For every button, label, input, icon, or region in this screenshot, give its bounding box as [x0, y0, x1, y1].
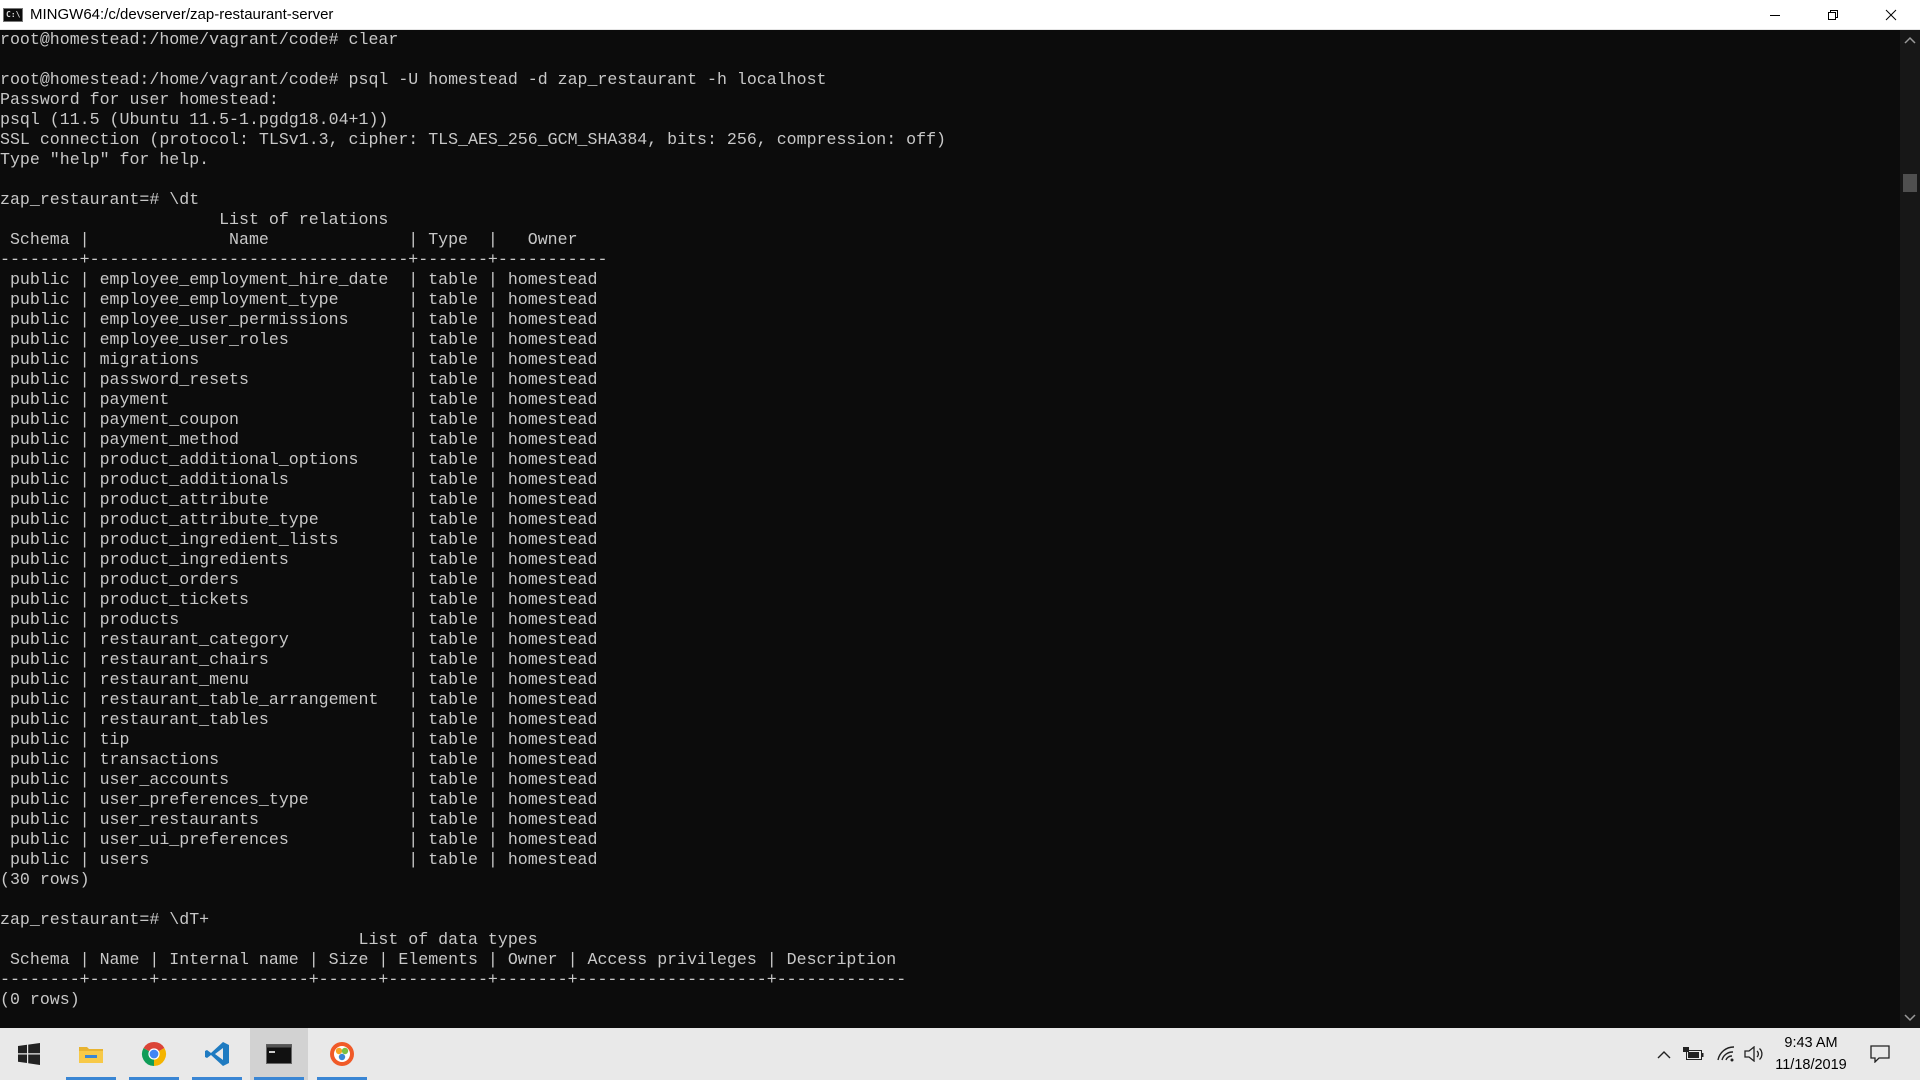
taskbar: 9:43 AM 11/18/2019 — [0, 1028, 1920, 1080]
terminal-line: root@homestead:/home/vagrant/code# psql … — [0, 70, 827, 89]
terminal-line: public | product_additional_options | ta… — [0, 450, 598, 469]
terminal-line: psql (11.5 (Ubuntu 11.5-1.pgdg18.04+1)) — [0, 110, 389, 129]
volume-icon — [1744, 1046, 1763, 1062]
taskbar-vscode[interactable] — [188, 1028, 246, 1080]
terminal-line: SSL connection (protocol: TLSv1.3, ciphe… — [0, 130, 946, 149]
terminal-icon: C:\ — [3, 7, 23, 22]
terminal-line: Type "help" for help. — [0, 150, 210, 169]
minimize-icon — [1770, 14, 1780, 16]
tray-overflow-button[interactable] — [1652, 1028, 1676, 1080]
terminal-line: public | payment | table | homestead — [0, 390, 598, 409]
terminal-line: public | user_restaurants | table | home… — [0, 810, 598, 829]
terminal-line: zap_restaurant=# \dT+ — [0, 910, 210, 929]
terminal-line: List of data types — [0, 930, 538, 949]
chrome-icon — [141, 1042, 167, 1066]
close-icon — [1885, 9, 1897, 20]
terminal-line: public | employee_employment_hire_date |… — [0, 270, 598, 289]
terminal-line: Schema | Name | Type | Owner — [0, 230, 578, 249]
vscode-icon — [205, 1042, 229, 1066]
minimize-button[interactable] — [1746, 0, 1804, 29]
terminal-line: public | employee_user_roles | table | h… — [0, 330, 598, 349]
clock-date: 11/18/2019 — [1775, 1057, 1847, 1073]
terminal-line: public | user_ui_preferences | table | h… — [0, 830, 598, 849]
notification-icon — [1870, 1045, 1890, 1063]
terminal-line: public | restaurant_table_arrangement | … — [0, 690, 598, 709]
terminal-line: public | product_orders | table | homest… — [0, 570, 598, 589]
terminal-line: public | user_accounts | table | homeste… — [0, 770, 598, 789]
wifi-icon — [1717, 1046, 1735, 1062]
terminal-line: public | tip | table | homestead — [0, 730, 598, 749]
terminal-line: public | payment_coupon | table | homest… — [0, 410, 598, 429]
notification-button[interactable] — [1862, 1028, 1898, 1080]
terminal-line: public | restaurant_menu | table | homes… — [0, 670, 598, 689]
app-circle-icon — [330, 1042, 354, 1066]
chevron-up-icon — [1657, 1050, 1671, 1058]
terminal-line: List of relations — [0, 210, 389, 229]
wifi-button[interactable] — [1712, 1028, 1740, 1080]
terminal-line: zap_restaurant=# \dt — [0, 190, 200, 209]
terminal-line: public | product_ingredients | table | h… — [0, 550, 598, 569]
start-button[interactable] — [0, 1028, 58, 1080]
taskbar-terminal[interactable] — [250, 1028, 308, 1080]
terminal-output[interactable]: root@homestead:/home/vagrant/code# clear… — [0, 30, 1900, 1028]
terminal-line: --------+------+---------------+------+-… — [0, 970, 907, 989]
battery-button[interactable] — [1680, 1028, 1708, 1080]
battery-icon — [1683, 1047, 1704, 1060]
taskbar-app[interactable] — [313, 1028, 371, 1080]
vertical-scrollbar[interactable] — [1900, 30, 1920, 1028]
scroll-thumb[interactable] — [1903, 174, 1917, 192]
scroll-down-arrow-icon[interactable] — [1900, 1010, 1920, 1026]
terminal-line: root@homestead:/home/vagrant/code# clear — [0, 30, 399, 49]
clock[interactable]: 9:43 AM 11/18/2019 — [1768, 1032, 1854, 1076]
file-explorer-icon — [79, 1047, 103, 1063]
taskbar-file-explorer[interactable] — [62, 1028, 120, 1080]
terminal-line: public | users | table | homestead — [0, 850, 598, 869]
terminal-line: public | restaurant_chairs | table | hom… — [0, 650, 598, 669]
terminal-line: public | payment_method | table | homest… — [0, 430, 598, 449]
terminal-line: (30 rows) — [0, 870, 90, 889]
terminal-line: Password for user homestead: — [0, 90, 279, 109]
terminal-line: public | transactions | table | homestea… — [0, 750, 598, 769]
terminal-line: public | employee_user_permissions | tab… — [0, 310, 598, 329]
terminal-icon — [266, 1044, 292, 1064]
terminal-line: public | restaurant_tables | table | hom… — [0, 710, 598, 729]
terminal-line: public | product_attribute | table | hom… — [0, 490, 598, 509]
terminal-line: public | employee_employment_type | tabl… — [0, 290, 598, 309]
terminal-line: --------+-------------------------------… — [0, 250, 608, 269]
clock-time: 9:43 AM — [1784, 1035, 1838, 1051]
window-title: MINGW64:/c/devserver/zap-restaurant-serv… — [30, 6, 334, 23]
terminal-line: public | user_preferences_type | table |… — [0, 790, 598, 809]
terminal-line: public | product_additionals | table | h… — [0, 470, 598, 489]
terminal-line: public | product_attribute_type | table … — [0, 510, 598, 529]
terminal-line: public | password_resets | table | homes… — [0, 370, 598, 389]
restore-icon — [1828, 9, 1838, 20]
terminal-line: public | restaurant_category | table | h… — [0, 630, 598, 649]
terminal-line: public | migrations | table | homestead — [0, 350, 598, 369]
terminal-line: public | product_ingredient_lists | tabl… — [0, 530, 598, 549]
restore-button[interactable] — [1804, 0, 1862, 29]
terminal-line: public | products | table | homestead — [0, 610, 598, 629]
title-bar[interactable]: C:\ MINGW64:/c/devserver/zap-restaurant-… — [0, 0, 1920, 30]
volume-button[interactable] — [1740, 1028, 1768, 1080]
terminal-line: public | product_tickets | table | homes… — [0, 590, 598, 609]
scroll-up-arrow-icon[interactable] — [1900, 32, 1920, 48]
windows-start-icon — [18, 1043, 40, 1065]
taskbar-chrome[interactable] — [125, 1028, 183, 1080]
close-button[interactable] — [1862, 0, 1920, 29]
terminal-line: Schema | Name | Internal name | Size | E… — [0, 950, 897, 969]
terminal-line: (0 rows) — [0, 990, 80, 1009]
